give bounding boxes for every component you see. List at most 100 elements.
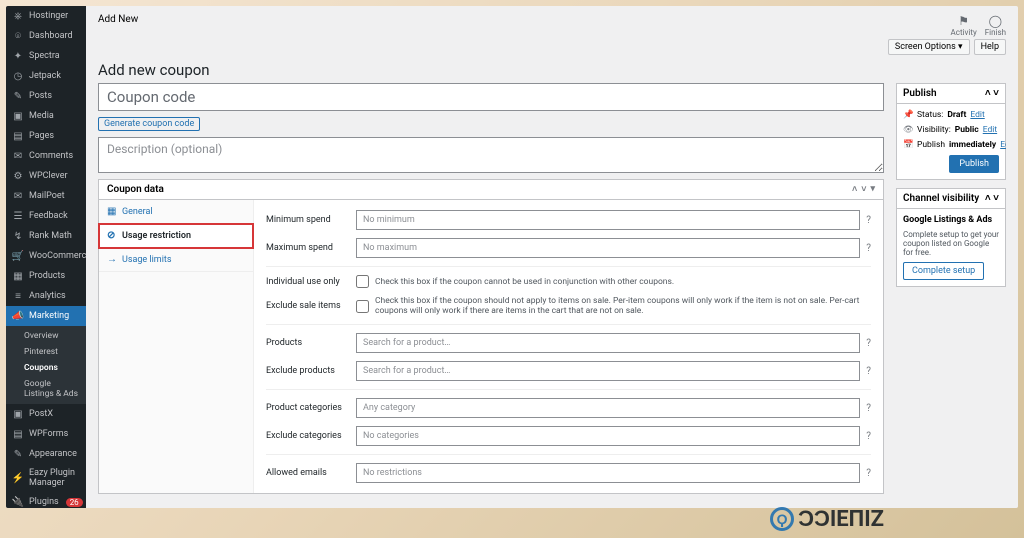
categories-input[interactable] xyxy=(356,398,860,418)
complete-setup-button[interactable]: Complete setup xyxy=(903,262,984,280)
check-icon: ◯ xyxy=(989,14,1002,28)
limits-icon: → xyxy=(107,254,117,265)
sidebar-item-eazy-plugin[interactable]: ⚡Eazy Plugin Manager xyxy=(6,464,86,492)
coupon-data-tabs: ▦General ⊘Usage restriction →Usage limit… xyxy=(99,200,254,493)
tab-usage-limits[interactable]: →Usage limits xyxy=(99,248,253,272)
flag-icon: ⚑ xyxy=(958,14,969,28)
edit-visibility-link[interactable]: Edit xyxy=(983,125,997,135)
min-spend-input[interactable] xyxy=(356,210,860,230)
submenu-coupons[interactable]: Coupons xyxy=(6,360,86,376)
publish-button[interactable]: Publish xyxy=(949,155,999,173)
jetpack-icon: ◷ xyxy=(12,70,24,82)
exclude-products-input[interactable] xyxy=(356,361,860,381)
sidebar-item-label: Eazy Plugin Manager xyxy=(29,468,80,488)
sidebar-item-wpforms[interactable]: ▤WPForms xyxy=(6,424,86,444)
sidebar-item-label: Appearance xyxy=(29,449,77,459)
sidebar-item-label: Pages xyxy=(29,131,54,141)
main-content: Add New ⚑Activity ◯Finish Screen Options… xyxy=(86,6,1018,508)
sidebar-item-label: Spectra xyxy=(29,51,60,61)
sidebar-item-feedback[interactable]: ☰Feedback xyxy=(6,206,86,226)
help-icon[interactable]: ? xyxy=(866,215,871,226)
sidebar-item-mailpoet[interactable]: ✉ MailPoet xyxy=(6,186,86,206)
help-icon[interactable]: ? xyxy=(866,243,871,254)
submenu-pinterest[interactable]: Pinterest xyxy=(6,344,86,360)
submenu-overview[interactable]: Overview xyxy=(6,328,86,344)
sidebar-item-media[interactable]: ▣Media xyxy=(6,106,86,126)
activity-button[interactable]: ⚑Activity xyxy=(951,14,977,37)
submenu-google-listings[interactable]: Google Listings & Ads xyxy=(6,376,86,402)
sidebar-submenu: Overview Pinterest Coupons Google Listin… xyxy=(6,326,86,404)
sidebar-item-woocommerce[interactable]: 🛒WooCommerce xyxy=(6,246,86,266)
help-button[interactable]: Help xyxy=(974,39,1006,55)
help-icon[interactable]: ? xyxy=(866,431,871,442)
metabox-toggle-icon[interactable]: ▾ xyxy=(870,184,875,195)
plugins-update-badge: 26 xyxy=(66,498,83,507)
individual-use-checkbox[interactable] xyxy=(356,275,369,288)
sidebar-item-jetpack[interactable]: ◷ Jetpack xyxy=(6,66,86,86)
posts-icon: ✎ xyxy=(12,90,24,102)
channel-title: Channel visibility xyxy=(903,193,979,204)
metabox-toggle-icon[interactable]: ˅ xyxy=(993,88,999,99)
products-input[interactable] xyxy=(356,333,860,353)
products-icon: ▦ xyxy=(12,270,24,282)
sidebar-item-label: WPForms xyxy=(29,429,68,439)
sidebar-item-plugins[interactable]: 🔌Plugins26 xyxy=(6,492,86,508)
sidebar-item-posts[interactable]: ✎Posts xyxy=(6,86,86,106)
sidebar-item-pages[interactable]: ▤ Pages xyxy=(6,126,86,146)
max-spend-label: Maximum spend xyxy=(266,243,346,253)
metabox-up-icon[interactable]: ˄ xyxy=(985,88,991,99)
sidebar-item-wpclever[interactable]: ⚙WPClever xyxy=(6,166,86,186)
watermark: Ϙ ϽϽΙΕΠΙΖ xyxy=(770,506,884,532)
sidebar-item-label: Marketing xyxy=(29,311,69,321)
sidebar-item-appearance[interactable]: ✎Appearance xyxy=(6,444,86,464)
exclude-sale-checkbox[interactable] xyxy=(356,300,369,313)
coupon-code-input[interactable] xyxy=(98,83,884,111)
sidebar-item-marketing[interactable]: 📣Marketing xyxy=(6,306,86,326)
dashboard-icon: ⌾ xyxy=(12,30,24,42)
max-spend-input[interactable] xyxy=(356,238,860,258)
wpclever-icon: ⚙ xyxy=(12,170,24,182)
exclude-products-label: Exclude products xyxy=(266,366,346,376)
allowed-emails-input[interactable] xyxy=(356,463,860,483)
watermark-logo-icon: Ϙ xyxy=(770,507,794,531)
edit-status-link[interactable]: Edit xyxy=(970,110,984,120)
sidebar-item-hostinger[interactable]: ⎈Hostinger xyxy=(6,6,86,26)
sidebar-item-products[interactable]: ▦Products xyxy=(6,266,86,286)
help-icon[interactable]: ? xyxy=(866,403,871,414)
sidebar-item-label: MailPoet xyxy=(29,191,65,201)
exclude-categories-input[interactable] xyxy=(356,426,860,446)
help-icon[interactable]: ? xyxy=(866,468,871,479)
sidebar-item-analytics[interactable]: ≡Analytics xyxy=(6,286,86,306)
tab-general[interactable]: ▦General xyxy=(99,200,253,224)
metabox-toggle-icon[interactable]: ˅ xyxy=(993,193,999,204)
sidebar-item-label: Analytics xyxy=(29,291,66,301)
mailpoet-icon: ✉ xyxy=(12,190,24,202)
edit-schedule-link[interactable]: Edit xyxy=(1000,140,1006,150)
screen-options-button[interactable]: Screen Options ▾ xyxy=(888,39,970,55)
help-icon[interactable]: ? xyxy=(866,366,871,377)
individual-use-desc: Check this box if the coupon cannot be u… xyxy=(375,277,871,287)
help-icon[interactable]: ? xyxy=(866,338,871,349)
breadcrumb: Add New xyxy=(98,14,138,25)
metabox-up-icon[interactable]: ˄ xyxy=(852,184,857,195)
metabox-down-icon[interactable]: ˅ xyxy=(861,184,866,195)
sidebar-item-label: Media xyxy=(29,111,54,121)
coupon-description-textarea[interactable] xyxy=(98,137,884,173)
sidebar-item-dashboard[interactable]: ⌾ Dashboard xyxy=(6,26,86,46)
sidebar-item-postx[interactable]: ▣PostX xyxy=(6,404,86,424)
publish-title: Publish xyxy=(903,88,937,99)
spectra-icon: ✦ xyxy=(12,50,24,62)
generate-coupon-button[interactable]: Generate coupon code xyxy=(98,117,200,131)
sidebar-item-label: Dashboard xyxy=(29,31,73,41)
tab-usage-restriction[interactable]: ⊘Usage restriction xyxy=(99,224,253,248)
finish-button[interactable]: ◯Finish xyxy=(985,14,1006,37)
sidebar-item-comments[interactable]: ✉Comments xyxy=(6,146,86,166)
metabox-up-icon[interactable]: ˄ xyxy=(985,193,991,204)
metabox-title: Coupon data xyxy=(107,184,164,195)
sidebar-item-rankmath[interactable]: ↯Rank Math xyxy=(6,226,86,246)
sidebar-item-spectra[interactable]: ✦ Spectra xyxy=(6,46,86,66)
sidebar-item-label: Jetpack xyxy=(29,71,61,81)
sidebar-item-label: Hostinger xyxy=(29,11,68,21)
pages-icon: ▤ xyxy=(12,130,24,142)
exclude-sale-desc: Check this box if the coupon should not … xyxy=(375,296,871,316)
